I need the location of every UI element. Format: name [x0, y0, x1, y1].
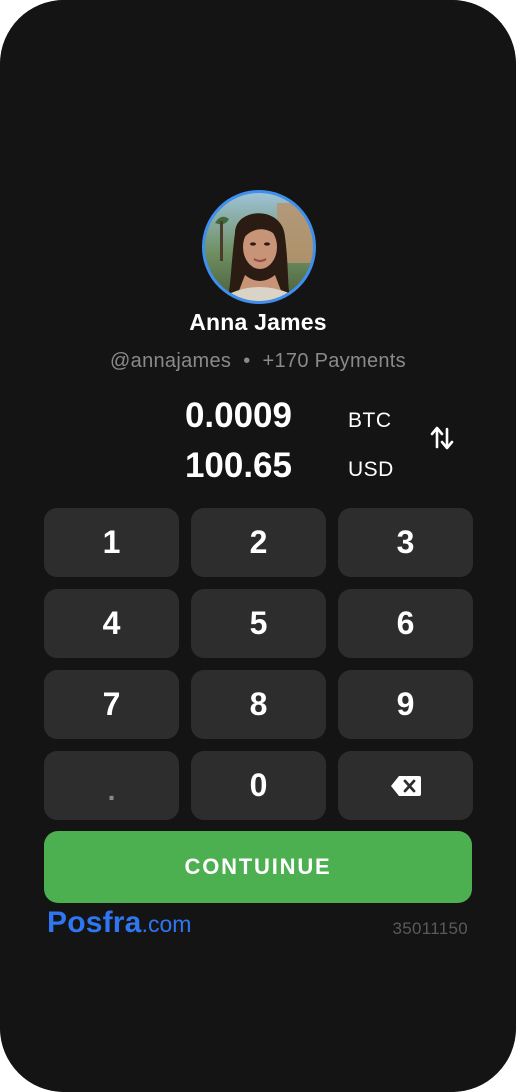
backspace-icon [390, 775, 421, 796]
key-1[interactable]: 1 [44, 508, 179, 577]
logo-tld: .com [141, 911, 192, 937]
key-decimal[interactable]: . [44, 751, 179, 820]
fiat-currency-label: USD [348, 458, 394, 481]
key-8[interactable]: 8 [191, 670, 326, 739]
avatar-photo [205, 193, 313, 301]
phone-frame: Anna James @annajames • +170 Payments 0.00… [0, 0, 516, 1092]
payments-count: +170 Payments [262, 350, 406, 372]
swap-vertical-icon [430, 426, 454, 450]
recipient-handle: @annajames [110, 350, 232, 372]
reference-number: 35011150 [392, 919, 468, 938]
continue-button[interactable]: CONTUINUE [44, 831, 472, 903]
meta-separator: • [243, 350, 251, 372]
posfra-logo[interactable]: Posfra .com [47, 906, 191, 946]
key-0[interactable]: 0 [191, 751, 326, 820]
key-2[interactable]: 2 [191, 508, 326, 577]
recipient-meta: @annajames • +170 Payments [0, 350, 516, 373]
recipient-name: Anna James [189, 309, 327, 335]
backspace-button[interactable] [338, 751, 473, 820]
avatar [202, 190, 316, 304]
swap-currency-button[interactable] [425, 420, 459, 456]
key-3[interactable]: 3 [338, 508, 473, 577]
key-9[interactable]: 9 [338, 670, 473, 739]
key-5[interactable]: 5 [191, 589, 326, 658]
key-6[interactable]: 6 [338, 589, 473, 658]
logo-brand: Posfra [47, 906, 142, 939]
key-7[interactable]: 7 [44, 670, 179, 739]
payment-screen: Anna James @annajames • +170 Payments 0.00… [0, 0, 516, 1092]
fiat-amount: 100.65 [184, 446, 292, 485]
crypto-currency-label: BTC [348, 409, 392, 432]
crypto-amount: 0.0009 [184, 396, 292, 435]
key-4[interactable]: 4 [44, 589, 179, 658]
